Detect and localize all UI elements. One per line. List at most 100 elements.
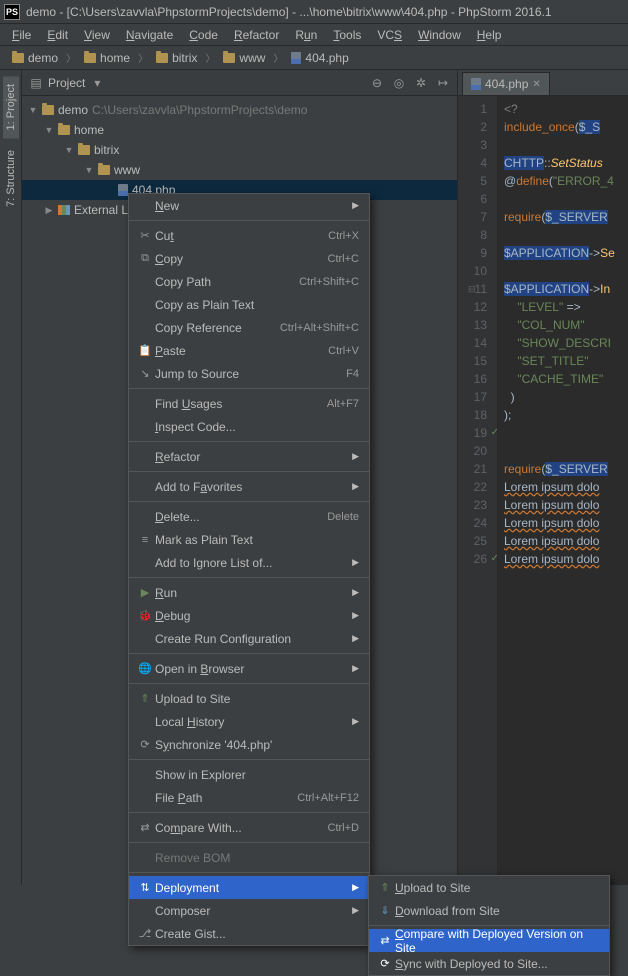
file-icon: [118, 184, 128, 196]
project-title: Project: [48, 76, 85, 90]
editor-tab-404[interactable]: 404.php ✕: [462, 72, 550, 95]
menu-refactor[interactable]: Refactor: [228, 26, 285, 44]
collapse-icon[interactable]: ⊖: [369, 75, 385, 91]
ctx-deployment[interactable]: ⇅Deployment▶ ⇑Upload to Site ⇓Download f…: [129, 876, 369, 899]
dropdown-icon[interactable]: ▾: [89, 75, 105, 91]
submenu-deployment[interactable]: ⇑Upload to Site ⇓Download from Site ⇄Com…: [368, 875, 610, 976]
ctx-mark-plain[interactable]: ≡Mark as Plain Text: [129, 528, 369, 551]
ctx-add-favorites[interactable]: Add to Favorites▶: [129, 475, 369, 498]
crumb-home[interactable]: home: [78, 49, 136, 67]
tool-window-strip: 1: Project 7: Structure: [0, 70, 22, 885]
menu-vcs[interactable]: VCS: [371, 26, 408, 44]
crumb-sep: 〉: [205, 50, 215, 65]
sub-download[interactable]: ⇓Download from Site: [369, 899, 609, 922]
side-tab-project[interactable]: 1: Project: [3, 76, 19, 138]
tree-www[interactable]: ▼www: [22, 160, 457, 180]
gist-icon: ⎇: [135, 927, 155, 940]
editor-tabs: 404.php ✕: [458, 70, 628, 96]
panel-icon: ▤: [28, 75, 44, 91]
ctx-remove-bom: Remove BOM: [129, 846, 369, 869]
ctx-compare-with[interactable]: ⇄Compare With...Ctrl+D: [129, 816, 369, 839]
folder-icon: [156, 53, 168, 63]
ctx-file-path[interactable]: File PathCtrl+Alt+F12: [129, 786, 369, 809]
sync-icon: ⟳: [375, 957, 395, 970]
window-title: demo - [C:\Users\zavvla\PhpstormProjects…: [26, 5, 552, 19]
menu-file[interactable]: File: [6, 26, 37, 44]
ctx-open-browser[interactable]: 🌐Open in Browser▶: [129, 657, 369, 680]
ctx-show-explorer[interactable]: Show in Explorer: [129, 763, 369, 786]
crumb-file[interactable]: 404.php: [285, 49, 354, 67]
menu-bar[interactable]: File Edit View Navigate Code Refactor Ru…: [0, 24, 628, 46]
folder-icon: [12, 53, 24, 63]
project-header: ▤ Project ▾ ⊖ ◎ ✲ ↦: [22, 70, 457, 96]
sub-compare-deployed[interactable]: ⇄Compare with Deployed Version on Site: [369, 929, 609, 952]
ctx-new[interactable]: New▶: [129, 194, 369, 217]
ctx-copy-plain[interactable]: Copy as Plain Text: [129, 293, 369, 316]
tree-root[interactable]: ▼demoC:\Users\zavvla\PhpstormProjects\de…: [22, 100, 457, 120]
ctx-paste[interactable]: 📋PasteCtrl+V: [129, 339, 369, 362]
upload-icon: ⇑: [135, 692, 155, 705]
ctx-run[interactable]: ▶Run▶: [129, 581, 369, 604]
ctx-find-usages[interactable]: Find UsagesAlt+F7: [129, 392, 369, 415]
target-icon[interactable]: ◎: [391, 75, 407, 91]
ctx-create-gist[interactable]: ⎇Create Gist...: [129, 922, 369, 945]
crumb-sep: 〉: [138, 50, 148, 65]
menu-navigate[interactable]: Navigate: [120, 26, 179, 44]
ctx-synchronize[interactable]: ⟳Synchronize '404.php': [129, 733, 369, 756]
tree-home[interactable]: ▼home: [22, 120, 457, 140]
menu-tools[interactable]: Tools: [327, 26, 367, 44]
ctx-copy-ref[interactable]: Copy ReferenceCtrl+Alt+Shift+C: [129, 316, 369, 339]
compare-icon: ⇄: [135, 821, 155, 834]
ctx-debug[interactable]: 🐞Debug▶: [129, 604, 369, 627]
folder-icon: [58, 125, 70, 135]
ctx-upload[interactable]: ⇑Upload to Site: [129, 687, 369, 710]
menu-edit[interactable]: Edit: [41, 26, 74, 44]
folder-icon: [42, 105, 54, 115]
ctx-refactor[interactable]: Refactor▶: [129, 445, 369, 468]
ctx-composer[interactable]: Composer▶: [129, 899, 369, 922]
ctx-copy[interactable]: ⧉CopyCtrl+C: [129, 247, 369, 270]
folder-icon: [98, 165, 110, 175]
menu-window[interactable]: Window: [412, 26, 467, 44]
compare-icon: ⇄: [375, 934, 395, 947]
side-tab-structure[interactable]: 7: Structure: [3, 142, 19, 215]
crumb-demo[interactable]: demo: [6, 49, 64, 67]
ctx-jump-source[interactable]: ↘Jump to SourceF4: [129, 362, 369, 385]
download-icon: ⇓: [375, 904, 395, 917]
ctx-add-ignore[interactable]: Add to Ignore List of...▶: [129, 551, 369, 574]
sub-upload[interactable]: ⇑Upload to Site: [369, 876, 609, 899]
ctx-delete[interactable]: Delete...Delete: [129, 505, 369, 528]
ctx-copy-path[interactable]: Copy PathCtrl+Shift+C: [129, 270, 369, 293]
menu-run[interactable]: Run: [289, 26, 323, 44]
sub-sync-deployed[interactable]: ⟳Sync with Deployed to Site...: [369, 952, 609, 975]
code-area[interactable]: <?include_once($_S CHTTP::SetStatus@defi…: [498, 96, 615, 885]
menu-view[interactable]: View: [78, 26, 116, 44]
ctx-create-run-config[interactable]: Create Run Configuration▶: [129, 627, 369, 650]
editor-body[interactable]: 1 2 3 4 5 6 7 8 9 10 ⊟11 12 13 14 15 16 …: [458, 96, 628, 885]
menu-code[interactable]: Code: [183, 26, 224, 44]
crumb-www[interactable]: www: [217, 49, 271, 67]
text-icon: ≡: [135, 534, 155, 546]
folder-icon: [223, 53, 235, 63]
debug-icon: 🐞: [135, 609, 155, 622]
ctx-inspect[interactable]: Inspect Code...: [129, 415, 369, 438]
tab-label: 404.php: [485, 77, 528, 91]
file-icon: [471, 78, 481, 90]
run-icon: ▶: [135, 586, 155, 599]
tree-bitrix[interactable]: ▼bitrix: [22, 140, 457, 160]
title-bar: PS demo - [C:\Users\zavvla\PhpstormProje…: [0, 0, 628, 24]
ctx-local-history[interactable]: Local History▶: [129, 710, 369, 733]
ctx-cut[interactable]: ✂CutCtrl+X: [129, 224, 369, 247]
crumb-sep: 〉: [66, 50, 76, 65]
paste-icon: 📋: [135, 344, 155, 357]
folder-icon: [84, 53, 96, 63]
library-icon: [58, 205, 70, 215]
menu-help[interactable]: Help: [471, 26, 508, 44]
hide-icon[interactable]: ↦: [435, 75, 451, 91]
folder-icon: [78, 145, 90, 155]
gear-icon[interactable]: ✲: [413, 75, 429, 91]
close-icon[interactable]: ✕: [532, 79, 540, 90]
app-icon: PS: [4, 4, 20, 20]
crumb-bitrix[interactable]: bitrix: [150, 49, 203, 67]
context-menu[interactable]: New▶ ✂CutCtrl+X ⧉CopyCtrl+C Copy PathCtr…: [128, 193, 370, 946]
